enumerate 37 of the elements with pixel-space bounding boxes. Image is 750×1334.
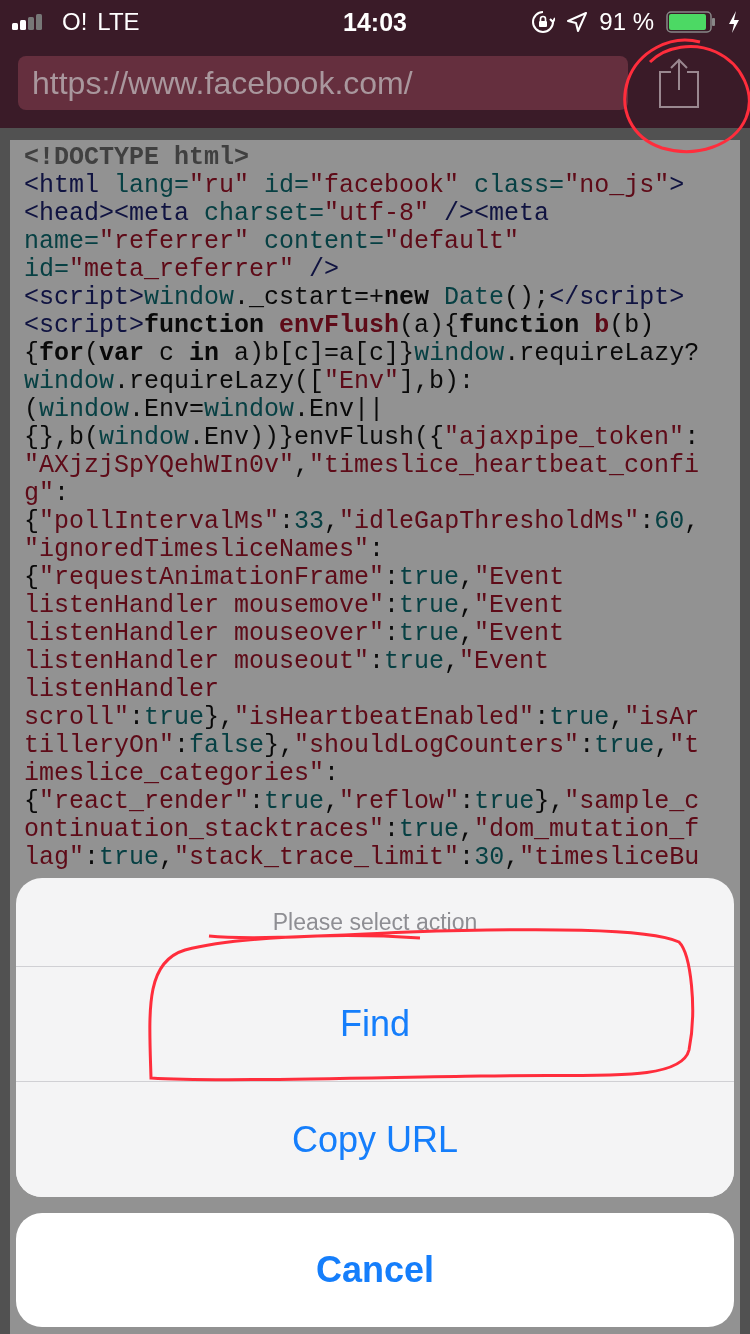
- code-line: "AXjzjSpYQehWIn0v","timeslice_heartbeat_confi: [24, 452, 700, 480]
- location-arrow-icon: [567, 12, 588, 32]
- code-line: {"pollIntervalMs":33,"idleGapThresholdMs":60,: [24, 508, 700, 536]
- code-line: <head><meta charset="utf-8" /><meta: [24, 200, 550, 228]
- code-line: listenHandler mouseover":true,"Event: [24, 620, 565, 648]
- code-line: listenHandler: [24, 676, 220, 704]
- code-line: <!DOCTYPE html>: [24, 144, 250, 172]
- carrier-name: O!: [62, 8, 88, 36]
- rotation-lock-icon: [531, 10, 556, 34]
- code-line: ontinuation_stacktraces":true,"dom_mutation_f: [24, 816, 700, 844]
- network-type: LTE: [97, 8, 140, 36]
- charging-bolt-icon: [728, 11, 740, 33]
- code-line: imeslice_categories":: [24, 760, 340, 788]
- battery-icon: [666, 11, 716, 33]
- code-line: name="referrer" content="default": [24, 228, 520, 256]
- code-line: <html lang="ru" id="facebook" class="no_js">: [24, 172, 685, 200]
- code-line: listenHandler mouseout":true,"Event: [24, 648, 550, 676]
- code-line: window.requireLazy(["Env"],b):: [24, 368, 475, 396]
- code-line: <script>function envFlush(a){function b(b): [24, 312, 655, 340]
- url-field[interactable]: https://www.facebook.com/: [18, 56, 628, 110]
- code-line: {},b(window.Env))}envFlush({"ajaxpipe_token":: [24, 424, 700, 452]
- code-line: g":: [24, 480, 70, 508]
- code-line: id="meta_referrer" />: [24, 256, 340, 284]
- code-line: tilleryOn":false},"shouldLogCounters":true,"t: [24, 732, 700, 760]
- code-line: scroll":true},"isHeartbeatEnabled":true,"isAr: [24, 704, 700, 732]
- code-line: {for(var c in a)b[c]=a[c]}window.requireLazy?: [24, 340, 700, 368]
- cancel-button[interactable]: Cancel: [16, 1213, 734, 1327]
- battery-percent: 91 %: [599, 8, 654, 36]
- clock-time: 14:03: [342, 7, 408, 37]
- code-line: "ignoredTimesliceNames":: [24, 536, 385, 564]
- code-line: {"react_render":true,"reflow":true},"sample_c: [24, 788, 700, 816]
- share-button[interactable]: [658, 58, 700, 108]
- code-line: (window.Env=window.Env||: [24, 396, 385, 424]
- code-line: {"requestAnimationFrame":true,"Event: [24, 564, 565, 592]
- code-line: <script>window._cstart=+new Date();</script>: [24, 284, 685, 312]
- code-line: lag":true,"stack_trace_limit":30,"timesliceBu: [24, 844, 700, 872]
- code-line: listenHandler mousemove":true,"Event: [24, 592, 565, 620]
